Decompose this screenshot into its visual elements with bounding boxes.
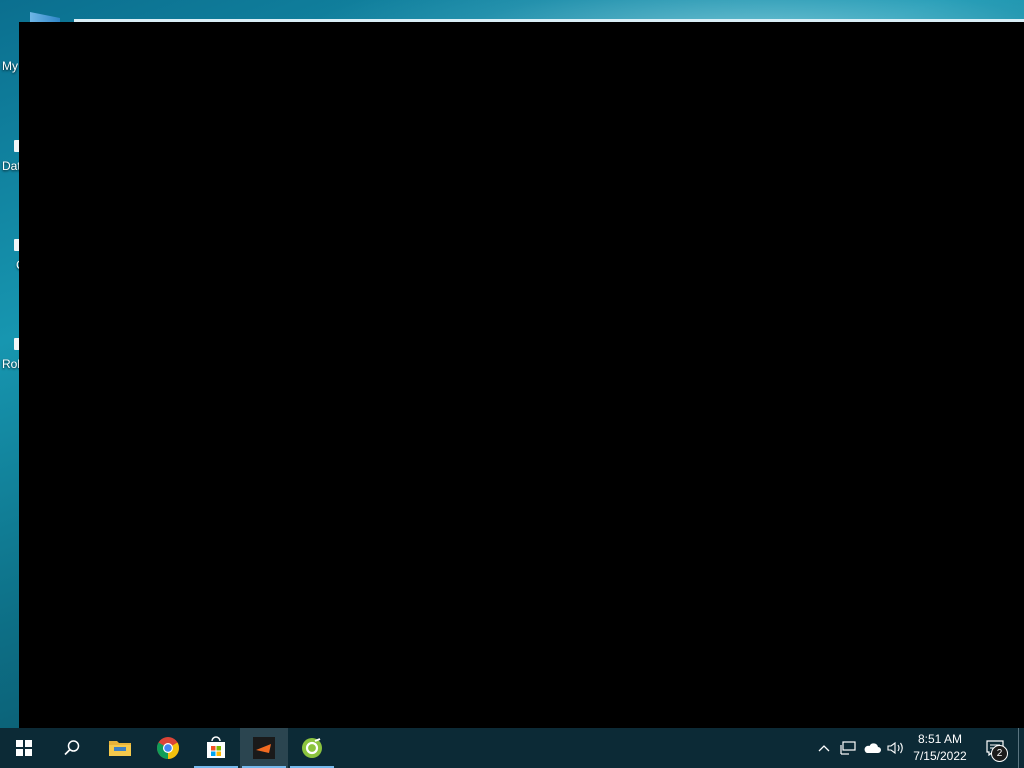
chrome-icon [157, 737, 179, 759]
taskbar-microsoft-store[interactable] [192, 728, 240, 768]
clock[interactable]: 8:51 AM 7/15/2022 [908, 728, 972, 768]
start-button[interactable] [0, 728, 48, 768]
cloud-icon [864, 742, 881, 753]
desktop-icon-label: My [2, 59, 18, 73]
chevron-up-icon [818, 745, 830, 752]
system-tray: 8:51 AM 7/15/2022 2 [812, 728, 1024, 768]
search-icon [64, 740, 80, 756]
my-computer-icon [30, 12, 60, 22]
desktop-icon-my[interactable]: My [0, 40, 20, 100]
taskbar-file-explorer[interactable] [96, 728, 144, 768]
desktop-icon-rob[interactable]: Rob [0, 338, 24, 398]
clock-time: 8:51 AM [917, 732, 963, 746]
search-button[interactable] [48, 728, 96, 768]
show-desktop-button[interactable] [1018, 728, 1024, 768]
taskbar-green-app[interactable] [288, 728, 336, 768]
clock-date: 7/15/2022 [913, 749, 967, 763]
notification-count-badge: 2 [991, 745, 1008, 762]
network-icon [840, 741, 856, 755]
green-circle-app-icon [302, 738, 322, 758]
show-hidden-icons-button[interactable] [812, 728, 836, 768]
windows-logo-icon [16, 740, 32, 756]
desktop: My Dat C Rob [0, 0, 1024, 728]
speaker-icon [887, 741, 903, 755]
taskbar-google-chrome[interactable] [144, 728, 192, 768]
network-button[interactable] [836, 728, 860, 768]
volume-button[interactable] [884, 728, 908, 768]
desktop-icon-label: Dat [2, 159, 21, 173]
taskbar-active-app[interactable] [240, 728, 288, 768]
orange-arrow-app-icon [253, 737, 275, 759]
desktop-icon-dat[interactable]: Dat [0, 140, 22, 200]
black-app-window[interactable] [19, 22, 1024, 728]
taskbar: 8:51 AM 7/15/2022 2 [0, 728, 1024, 768]
folder-icon [109, 741, 131, 756]
action-center-button[interactable]: 2 [972, 728, 1018, 768]
desktop-icon-c[interactable]: C [0, 239, 25, 299]
store-icon [207, 736, 225, 758]
onedrive-button[interactable] [860, 728, 884, 768]
